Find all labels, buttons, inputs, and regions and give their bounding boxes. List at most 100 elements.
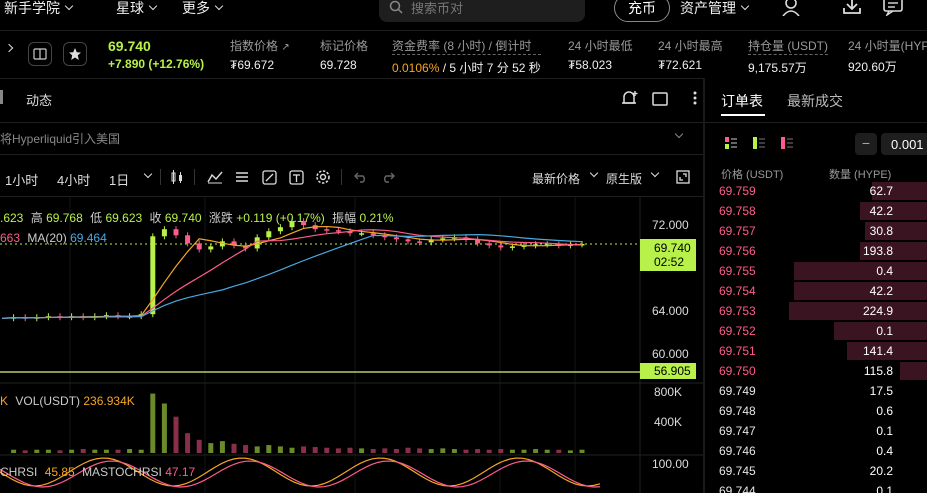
chevron-down-icon bbox=[740, 1, 750, 11]
volume-bar bbox=[115, 449, 121, 453]
gear-icon[interactable] bbox=[315, 169, 331, 185]
ask-row[interactable]: 69.753 224.9 bbox=[705, 301, 927, 321]
volume-bar bbox=[451, 449, 457, 453]
ask-row[interactable]: 69.750 115.8 bbox=[705, 361, 927, 381]
view-both-icon[interactable] bbox=[725, 137, 737, 149]
user-icon[interactable] bbox=[781, 0, 801, 16]
favorite-star-icon[interactable] bbox=[63, 42, 87, 66]
view-bids-icon[interactable] bbox=[753, 137, 765, 149]
candle-body bbox=[277, 227, 283, 232]
depth-bar bbox=[900, 362, 927, 380]
ask-row[interactable]: 69.758 42.2 bbox=[705, 201, 927, 221]
horizontal-line-tag[interactable]: 56.905 bbox=[640, 363, 696, 379]
depth-bar bbox=[793, 262, 927, 280]
bid-price: 69.747 bbox=[719, 424, 756, 438]
bid-qty: 17.5 bbox=[869, 384, 893, 398]
ask-qty: 30.8 bbox=[869, 224, 893, 238]
nav-planet[interactable]: 星球 bbox=[116, 0, 158, 16]
ask-row[interactable]: 69.754 42.2 bbox=[705, 281, 927, 301]
candle-body bbox=[196, 243, 202, 250]
template-icon[interactable] bbox=[289, 170, 304, 185]
volume-bar bbox=[231, 443, 237, 453]
chat-icon[interactable] bbox=[883, 0, 903, 16]
candle-body bbox=[509, 246, 515, 248]
nav-planet-label: 星球 bbox=[116, 0, 144, 16]
bid-qty: 0.1 bbox=[876, 424, 893, 438]
close-label: 收 bbox=[149, 211, 162, 225]
interval-1h[interactable]: 1小时 bbox=[5, 170, 38, 189]
tab-latest-trades[interactable]: 最新成交 bbox=[787, 91, 843, 111]
interval-4h[interactable]: 4小时 bbox=[57, 170, 90, 189]
news-ticker[interactable]: 将Hyperliquid引入美国 bbox=[0, 130, 120, 147]
chart-version-select[interactable]: 原生版 bbox=[606, 170, 642, 187]
volume-bar bbox=[22, 450, 28, 453]
volume-bar bbox=[34, 449, 40, 453]
bid-row[interactable]: 69.746 0.4 bbox=[705, 441, 927, 461]
volume-bar bbox=[92, 449, 98, 453]
list-settings-icon[interactable] bbox=[235, 170, 249, 184]
indicator-icon[interactable] bbox=[207, 170, 223, 184]
ma-legend: 663 MA(20) 69.464 bbox=[0, 231, 107, 245]
stoch-label: CHRSI bbox=[0, 465, 38, 479]
bid-qty: 0.4 bbox=[876, 444, 893, 458]
ask-qty: 42.2 bbox=[869, 284, 893, 298]
bid-row[interactable]: 69.748 0.6 bbox=[705, 401, 927, 421]
volume-bar bbox=[579, 449, 585, 453]
book-icon[interactable] bbox=[28, 42, 52, 66]
nav-academy[interactable]: 新手学院 bbox=[4, 0, 74, 16]
bid-row[interactable]: 69.747 0.1 bbox=[705, 421, 927, 441]
ask-row[interactable]: 69.757 30.8 bbox=[705, 221, 927, 241]
bid-row[interactable]: 69.745 20.2 bbox=[705, 461, 927, 481]
undo-icon[interactable] bbox=[354, 171, 368, 183]
more-vertical-icon[interactable] bbox=[690, 90, 700, 106]
funding-rate-value-row: 0.0106% / 5 小时 7 分 52 秒 bbox=[392, 59, 541, 76]
drawing-tool-icon[interactable] bbox=[262, 170, 277, 185]
volume-bar bbox=[486, 449, 492, 453]
ma-label: MA(20) bbox=[27, 231, 67, 245]
candle-body bbox=[335, 230, 341, 232]
bid-row[interactable]: 69.744 0.1 bbox=[705, 481, 927, 493]
redo-icon[interactable] bbox=[381, 171, 395, 183]
bid-row[interactable]: 69.749 17.5 bbox=[705, 381, 927, 401]
volume-bar bbox=[335, 448, 341, 453]
ask-row[interactable]: 69.756 193.8 bbox=[705, 241, 927, 261]
search-placeholder: 搜索币对 bbox=[411, 0, 464, 16]
window-icon[interactable] bbox=[652, 92, 668, 106]
deposit-button[interactable]: 充币 bbox=[614, 0, 670, 22]
fullscreen-icon[interactable] bbox=[676, 170, 690, 184]
volume-bar bbox=[103, 449, 109, 453]
y-tick-64: 64.000 bbox=[652, 304, 689, 318]
tab-orderbook[interactable]: 订单表 bbox=[721, 91, 763, 111]
candle-body bbox=[417, 241, 423, 243]
separator bbox=[0, 154, 703, 155]
search-input[interactable]: 搜索币对 bbox=[379, 0, 585, 22]
precision-select[interactable]: 0.001 bbox=[881, 133, 927, 155]
ask-row[interactable]: 69.759 62.7 bbox=[705, 181, 927, 201]
stochrsi-legend: CHRSI 45.85 MASTOCHRSI 47.17 bbox=[0, 465, 195, 479]
depth-bar bbox=[793, 282, 927, 300]
depth-bar bbox=[789, 302, 927, 320]
tab-dynamic[interactable]: 动态 bbox=[26, 90, 52, 109]
interval-1d[interactable]: 1日 bbox=[109, 170, 129, 189]
ask-qty: 193.8 bbox=[862, 244, 893, 258]
index-price: 指数价格 ↗ ₮69.672 bbox=[230, 37, 290, 72]
candlestick-icon[interactable] bbox=[170, 170, 184, 184]
price-type-select[interactable]: 最新价格 bbox=[532, 170, 580, 187]
download-icon[interactable] bbox=[842, 0, 862, 16]
nav-assets[interactable]: 资产管理 bbox=[680, 0, 750, 16]
ask-qty: 62.7 bbox=[869, 184, 893, 198]
nav-more[interactable]: 更多 bbox=[182, 0, 224, 16]
precision-decrease-button[interactable]: − bbox=[855, 133, 877, 155]
open-value: .623 bbox=[0, 211, 24, 225]
ask-row[interactable]: 69.751 141.4 bbox=[705, 341, 927, 361]
stoch-tick-100: 100.00 bbox=[652, 457, 689, 471]
bid-price: 69.745 bbox=[719, 464, 756, 478]
ask-row[interactable]: 69.752 0.1 bbox=[705, 321, 927, 341]
volume-bar bbox=[80, 449, 86, 453]
high-value: 69.768 bbox=[46, 211, 83, 225]
ask-row[interactable]: 69.755 0.4 bbox=[705, 261, 927, 281]
funding-rate-value: 0.0106% bbox=[392, 61, 440, 75]
view-asks-icon[interactable] bbox=[781, 137, 793, 149]
ma-prefix-value: 663 bbox=[0, 231, 21, 245]
alert-add-icon[interactable] bbox=[621, 90, 639, 106]
